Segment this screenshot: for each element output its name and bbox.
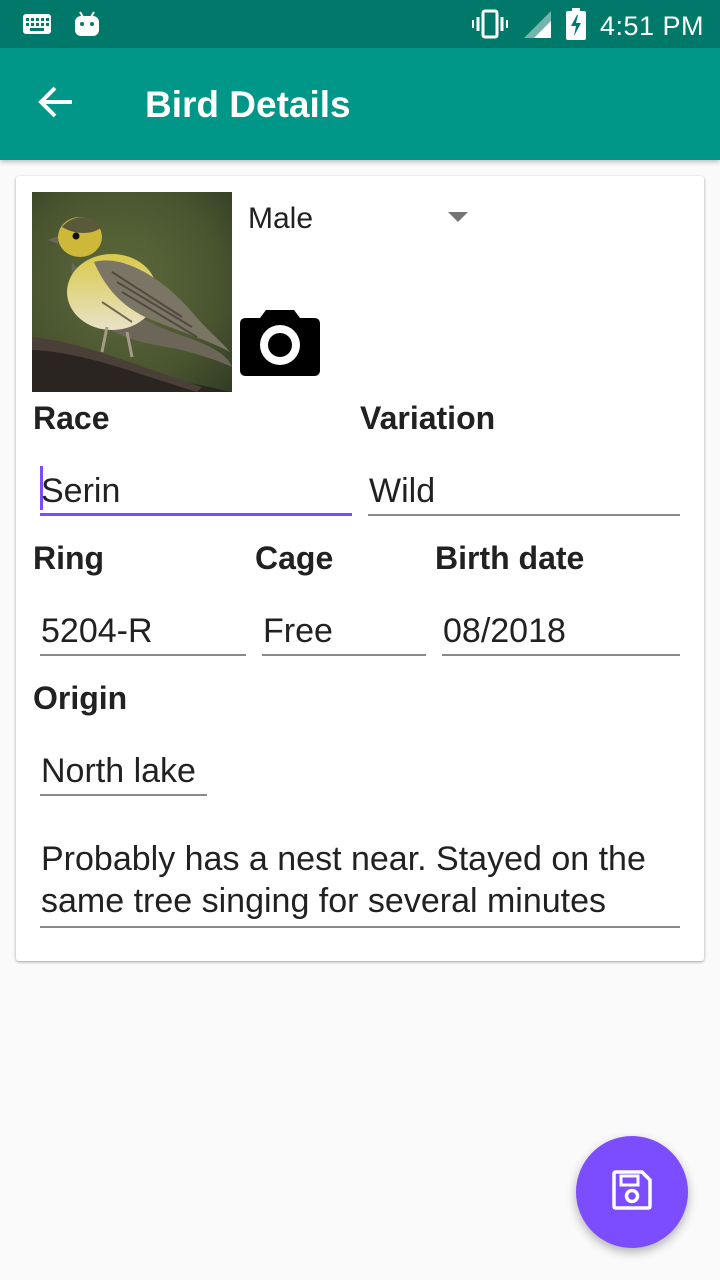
save-button[interactable] — [576, 1136, 688, 1248]
save-icon — [612, 1169, 652, 1215]
bird-photo[interactable] — [32, 192, 232, 392]
variation-value: Wild — [369, 472, 436, 510]
cage-label: Cage — [255, 540, 334, 576]
race-field[interactable]: Serin — [40, 460, 352, 516]
ring-field[interactable]: 5204-R — [40, 600, 246, 656]
race-value: Serin — [41, 472, 121, 510]
ring-value: 5204-R — [41, 612, 153, 650]
camera-icon — [240, 310, 320, 380]
page-title: Bird Details — [145, 84, 351, 125]
birth-date-value: 08/2018 — [443, 612, 566, 650]
sex-spinner[interactable]: Male — [248, 192, 476, 244]
origin-label: Origin — [33, 680, 128, 716]
sex-value: Male — [248, 202, 314, 235]
android-icon — [74, 10, 100, 43]
clock: 4:51 PM — [599, 11, 704, 41]
back-button[interactable] — [30, 82, 82, 126]
race-label: Race — [33, 400, 110, 436]
cage-value: Free — [263, 612, 333, 650]
ring-label: Ring — [33, 540, 105, 576]
variation-field[interactable]: Wild — [368, 460, 680, 516]
battery-charging-icon — [565, 8, 586, 45]
dropdown-arrow-icon — [448, 212, 468, 222]
birth-date-label: Birth date — [435, 540, 585, 576]
origin-field[interactable]: North lake — [40, 740, 207, 796]
camera-button[interactable] — [240, 304, 320, 376]
origin-value: North lake — [41, 752, 196, 790]
cage-field[interactable]: Free — [262, 600, 426, 656]
vibrate-icon — [471, 9, 508, 44]
signal-icon — [522, 9, 552, 44]
notes-value: Probably has a nest near. Stayed on the … — [41, 840, 646, 920]
birth-date-field[interactable]: 08/2018 — [442, 600, 680, 656]
status-bar: 4:51 PM — [0, 0, 720, 48]
keyboard-icon — [22, 13, 52, 40]
variation-label: Variation — [360, 400, 496, 436]
bird-details-card: Male Race Variation Serin Wild Ring Cage… — [16, 176, 704, 961]
notes-field[interactable]: Probably has a nest near. Stayed on the … — [40, 836, 680, 928]
app-bar: Bird Details — [0, 48, 720, 160]
arrow-back-icon — [38, 86, 74, 123]
